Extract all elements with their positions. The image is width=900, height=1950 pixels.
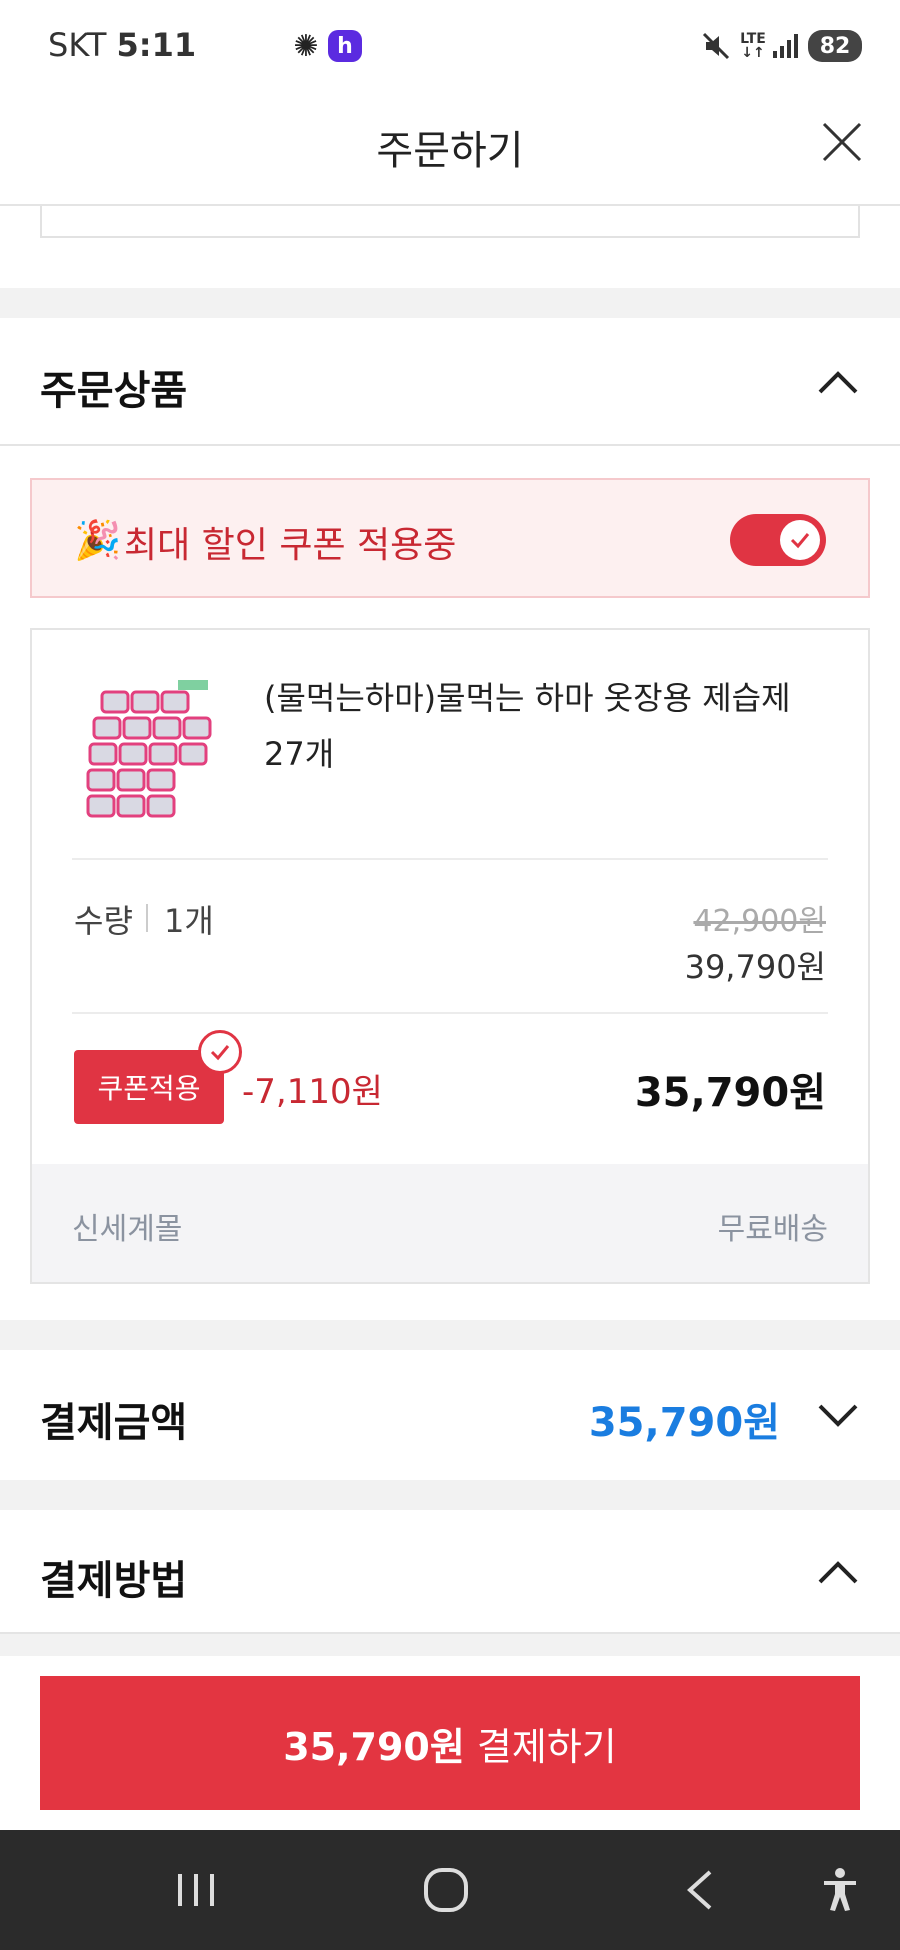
signal-icon bbox=[770, 30, 800, 62]
network-label: LTE bbox=[740, 31, 766, 47]
mute-icon bbox=[700, 30, 732, 62]
recent-apps-button[interactable] bbox=[166, 1860, 226, 1920]
page-title: 주문하기 bbox=[376, 128, 524, 174]
product-image[interactable] bbox=[82, 670, 214, 840]
payment-method-title: 결제방법 bbox=[40, 1558, 188, 1604]
clock: 5:11 bbox=[116, 26, 197, 64]
chevron-down-icon[interactable] bbox=[816, 1392, 860, 1436]
quantity-label: 수량 bbox=[74, 902, 133, 940]
pay-bar: 35,790원 결제하기 bbox=[0, 1656, 900, 1830]
data-arrows: ↓↑ bbox=[741, 45, 765, 61]
pay-button[interactable]: 35,790원 결제하기 bbox=[40, 1676, 860, 1810]
pay-button-amount: 35,790원 bbox=[283, 1724, 465, 1769]
payment-amount-value: 35,790원 bbox=[588, 1400, 780, 1446]
product-card-footer: 신세계몰 무료배송 bbox=[32, 1164, 868, 1282]
divider bbox=[72, 1012, 828, 1014]
coupon-toggle[interactable] bbox=[730, 514, 826, 566]
product-card: (물먹는하마)물먹는 하마 옷장용 제습제 27개 수량 1개 42,900원 … bbox=[30, 628, 870, 1284]
quantity-separator bbox=[146, 904, 148, 932]
status-bar: SKT 5:11 ✺ h LTE ↓↑ 82 bbox=[0, 0, 900, 92]
chevron-up-icon[interactable] bbox=[816, 1550, 860, 1594]
coupon-banner: 🎉 최대 할인 쿠폰 적용중 bbox=[30, 478, 870, 598]
payment-amount-title: 결제금액 bbox=[40, 1400, 188, 1446]
previous-section-box bbox=[40, 206, 860, 238]
carrier-time: SKT 5:11 bbox=[48, 26, 196, 64]
order-items-title: 주문상품 bbox=[40, 368, 188, 414]
shipping-info: 무료배송 bbox=[717, 1212, 828, 1247]
order-items-section: 주문상품 🎉 최대 할인 쿠폰 적용중 (물먹는하마)물먹는 하마 옷장용 제습… bbox=[0, 318, 900, 1320]
seller-name: 신세계몰 bbox=[72, 1212, 183, 1247]
sale-price: 39,790원 bbox=[684, 948, 826, 986]
chevron-up-icon[interactable] bbox=[816, 360, 860, 404]
product-name[interactable]: (물먹는하마)물먹는 하마 옷장용 제습제 27개 bbox=[264, 670, 834, 782]
back-button[interactable] bbox=[670, 1860, 730, 1920]
check-icon bbox=[790, 533, 810, 549]
home-icon bbox=[424, 1868, 468, 1912]
quantity-value: 1개 bbox=[164, 902, 214, 940]
party-popper-icon: 🎉 bbox=[74, 518, 122, 562]
app-h-icon: h bbox=[328, 30, 362, 62]
payment-method-section[interactable]: 결제방법 bbox=[0, 1510, 900, 1634]
aperture-icon: ✺ bbox=[293, 28, 319, 64]
payment-amount-section[interactable]: 결제금액 35,790원 bbox=[0, 1350, 900, 1480]
pay-button-label: 결제하기 bbox=[476, 1724, 617, 1769]
final-price: 35,790원 bbox=[634, 1070, 826, 1116]
recent-apps-icon bbox=[178, 1874, 214, 1906]
system-nav-bar bbox=[0, 1830, 900, 1950]
close-icon bbox=[822, 122, 862, 162]
coupon-banner-text: 최대 할인 쿠폰 적용중 bbox=[124, 525, 457, 566]
discount-amount: -7,110원 bbox=[242, 1072, 383, 1112]
previous-section bbox=[0, 206, 900, 288]
toggle-knob bbox=[780, 520, 820, 560]
original-price: 42,900원 bbox=[693, 904, 826, 939]
order-items-header[interactable]: 주문상품 bbox=[0, 318, 900, 446]
accessibility-icon bbox=[824, 1868, 856, 1911]
lte-icon: LTE ↓↑ bbox=[738, 30, 768, 62]
home-button[interactable] bbox=[416, 1860, 476, 1920]
divider bbox=[72, 858, 828, 860]
carrier-label: SKT bbox=[48, 26, 107, 64]
back-icon bbox=[687, 1870, 712, 1910]
accessibility-button[interactable] bbox=[810, 1860, 870, 1920]
battery-icon: 82 bbox=[808, 30, 862, 62]
header: 주문하기 bbox=[0, 92, 900, 206]
check-icon bbox=[210, 1045, 230, 1061]
close-button[interactable] bbox=[818, 118, 866, 166]
coupon-check-badge bbox=[198, 1030, 242, 1074]
